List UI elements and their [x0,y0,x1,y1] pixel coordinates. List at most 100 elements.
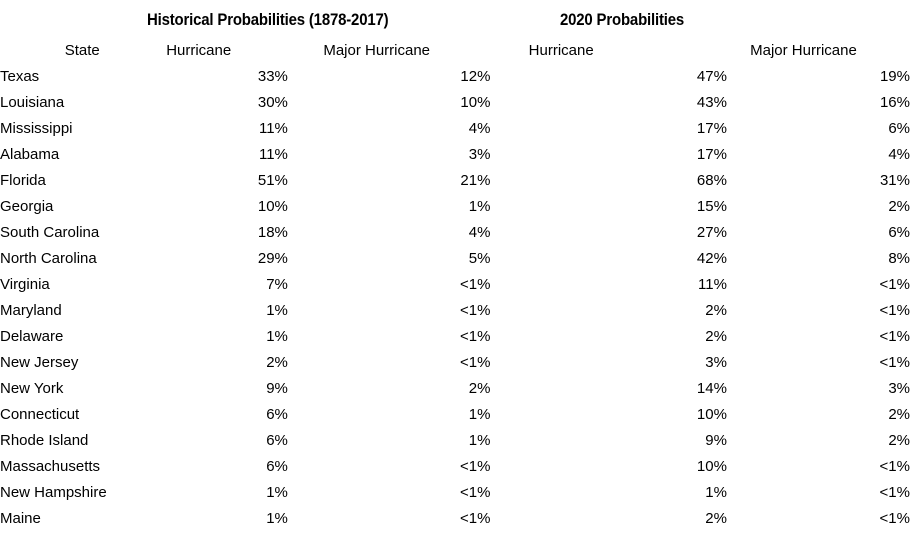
cell-state: New York [0,380,64,397]
cell-major-historical: 4% [468,120,491,137]
cell-state: Texas [0,68,40,85]
cell-hurricane-2020: 2% [705,328,727,345]
cell-major-historical: <1% [460,484,491,501]
cell-hurricane-2020: 17% [696,146,727,163]
group-title-2020: 2020 Probabilities [560,10,685,29]
cell-hurricane-2020: 17% [696,120,727,137]
table-row: Texas 33% 12% 47% 19% [0,64,910,90]
cell-major-2020: 4% [888,146,910,163]
cell-state: Louisiana [0,94,65,111]
table-row: Massachusetts 6% <1% 10% <1% [0,454,910,480]
cell-hurricane-historical: 30% [257,94,288,111]
cell-state: North Carolina [0,250,97,267]
cell-hurricane-2020: 14% [696,380,727,397]
cell-hurricane-historical: 10% [257,198,288,215]
cell-major-historical: 5% [468,250,491,267]
column-header-major-hurricane-historical: Major Hurricane [323,42,431,59]
table-row: Alabama 11% 3% 17% 4% [0,142,910,168]
column-header-state: State [64,42,100,59]
cell-hurricane-historical: 6% [266,432,288,449]
cell-hurricane-2020: 15% [696,198,727,215]
group-title-row: Historical Probabilities (1878-2017) 202… [0,9,910,31]
cell-state: Connecticut [0,406,80,423]
cell-hurricane-2020: 42% [696,250,727,267]
cell-major-historical: <1% [460,302,491,319]
cell-hurricane-historical: 18% [257,224,288,241]
cell-major-2020: 2% [888,198,910,215]
cell-hurricane-historical: 9% [266,380,288,397]
cell-state: Alabama [0,146,60,163]
table-row: South Carolina 18% 4% 27% 6% [0,220,910,246]
table-row: New York 9% 2% 14% 3% [0,376,910,402]
cell-hurricane-2020: 27% [696,224,727,241]
table-row: Mississippi 11% 4% 17% 6% [0,116,910,142]
group-title-historical: Historical Probabilities (1878-2017) [147,10,389,29]
cell-hurricane-historical: 1% [266,484,288,501]
cell-hurricane-historical: 6% [266,458,288,475]
table-row: Connecticut 6% 1% 10% 2% [0,402,910,428]
table-row: New Hampshire 1% <1% 1% <1% [0,480,910,506]
cell-state: Massachusetts [0,458,101,475]
cell-major-historical: 3% [468,146,491,163]
cell-major-2020: 6% [888,120,910,137]
cell-hurricane-2020: 10% [696,458,727,475]
table-row: Maryland 1% <1% 2% <1% [0,298,910,324]
cell-state: Rhode Island [0,432,89,449]
cell-hurricane-2020: 2% [705,302,727,319]
table-row: Delaware 1% <1% 2% <1% [0,324,910,350]
cell-major-2020: <1% [879,328,910,345]
cell-hurricane-2020: 9% [705,432,727,449]
column-header-hurricane-historical: Hurricane [166,42,232,59]
cell-hurricane-2020: 1% [705,484,727,501]
cell-major-2020: 31% [879,172,910,189]
cell-hurricane-2020: 2% [705,510,727,527]
cell-hurricane-2020: 47% [696,68,727,85]
cell-state: Delaware [0,328,64,345]
cell-major-historical: <1% [460,328,491,345]
table-row: Rhode Island 6% 1% 9% 2% [0,428,910,454]
cell-hurricane-historical: 1% [266,510,288,527]
cell-major-2020: 2% [888,406,910,423]
table-row: Georgia 10% 1% 15% 2% [0,194,910,220]
cell-hurricane-historical: 1% [266,302,288,319]
cell-state: Virginia [0,276,50,293]
cell-hurricane-2020: 68% [696,172,727,189]
cell-state: Florida [0,172,46,189]
cell-hurricane-2020: 3% [705,354,727,371]
table-row: North Carolina 29% 5% 42% 8% [0,246,910,272]
cell-major-historical: <1% [460,510,491,527]
cell-major-2020: <1% [879,510,910,527]
cell-major-historical: 1% [468,406,491,423]
cell-hurricane-2020: 10% [696,406,727,423]
cell-major-historical: <1% [460,458,491,475]
cell-hurricane-historical: 1% [266,328,288,345]
cell-state: Maryland [0,302,62,319]
table-row: New Jersey 2% <1% 3% <1% [0,350,910,376]
cell-major-historical: 1% [468,198,491,215]
cell-state: New Jersey [0,354,79,371]
table-row: Florida 51% 21% 68% 31% [0,168,910,194]
cell-major-2020: <1% [879,458,910,475]
cell-major-historical: <1% [460,276,491,293]
table-row: Louisiana 30% 10% 43% 16% [0,90,910,116]
cell-state: Mississippi [0,120,73,137]
cell-hurricane-historical: 2% [266,354,288,371]
cell-major-2020: <1% [879,354,910,371]
cell-major-historical: 21% [460,172,491,189]
cell-hurricane-2020: 11% [698,276,727,293]
cell-major-2020: 6% [888,224,910,241]
hurricane-probability-table: State Hurricane Major Hurricane Hurrican… [0,38,910,532]
cell-major-2020: <1% [879,302,910,319]
table-row: Maine 1% <1% 2% <1% [0,506,910,532]
table-header: State Hurricane Major Hurricane Hurrican… [0,38,910,64]
cell-state: Georgia [0,198,54,215]
cell-state: New Hampshire [0,484,107,501]
cell-major-2020: <1% [879,276,910,293]
cell-major-2020: 8% [888,250,910,267]
column-header-hurricane-2020: Hurricane [528,42,594,59]
cell-major-historical: 2% [468,380,491,397]
cell-major-historical: 12% [460,68,491,85]
cell-major-2020: 16% [879,94,910,111]
cell-hurricane-historical: 7% [266,276,288,293]
table-header-row: State Hurricane Major Hurricane Hurrican… [0,38,910,64]
